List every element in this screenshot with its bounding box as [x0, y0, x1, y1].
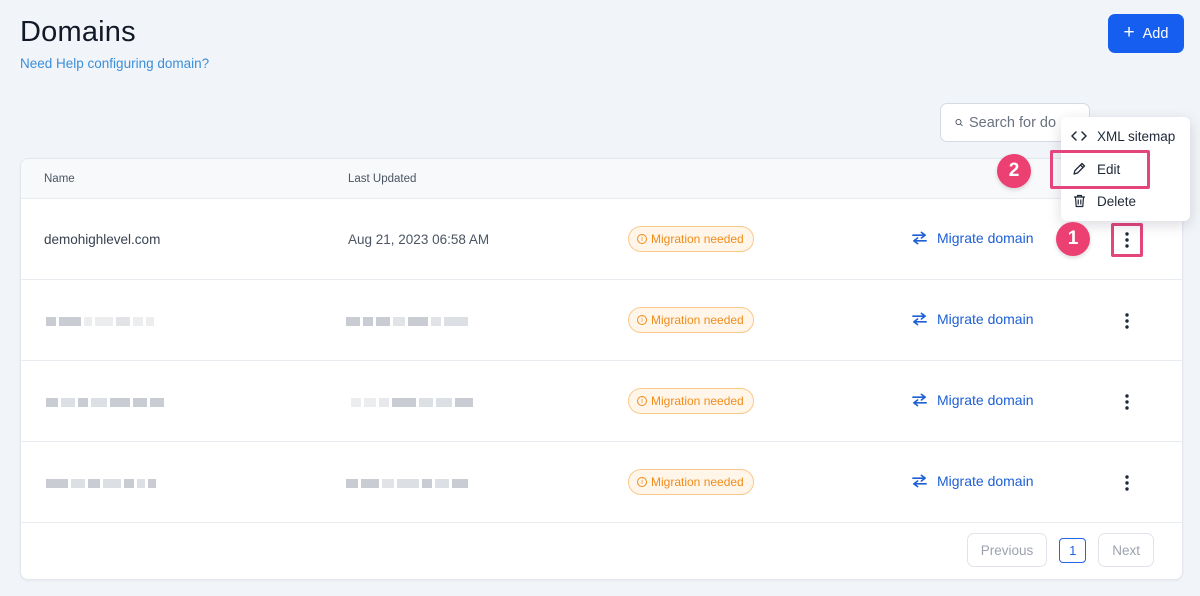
status-badge: i Migration needed: [628, 307, 754, 333]
more-vertical-icon: [1125, 232, 1129, 248]
menu-item-label: Edit: [1097, 161, 1121, 177]
pencil-icon: [1071, 162, 1087, 176]
menu-item-xml-sitemap[interactable]: XML sitemap: [1061, 121, 1190, 151]
migrate-domain-link[interactable]: Migrate domain: [911, 311, 1034, 327]
redacted-last-updated: [346, 314, 468, 328]
redacted-domain-name: [46, 476, 156, 490]
redacted-last-updated: [351, 395, 473, 409]
swap-arrows-icon: [912, 231, 927, 245]
table-row: i Migration needed Migrate domain: [21, 361, 1182, 442]
row-actions-menu: XML sitemap Edit Delete: [1061, 117, 1190, 221]
table-row: i Migration needed Migrate domain: [21, 442, 1182, 523]
swap-arrows-icon: [912, 393, 927, 407]
info-icon: i: [637, 315, 647, 325]
menu-item-edit[interactable]: Edit: [1061, 154, 1190, 184]
info-icon: i: [637, 234, 647, 244]
redacted-last-updated: [346, 476, 468, 490]
menu-item-label: Delete: [1097, 193, 1137, 209]
migrate-domain-link[interactable]: Migrate domain: [911, 392, 1034, 408]
row-actions-button[interactable]: [1111, 304, 1143, 338]
add-button[interactable]: + Add: [1108, 14, 1184, 53]
pagination: Previous 1 Next: [966, 533, 1154, 567]
page-number-current[interactable]: 1: [1059, 537, 1087, 563]
info-icon: i: [637, 396, 647, 406]
migrate-domain-link[interactable]: Migrate domain: [911, 473, 1034, 489]
table-row: demohighlevel.com Aug 21, 2023 06:58 AM …: [21, 199, 1182, 280]
swap-arrows-icon: [912, 474, 927, 488]
step-2-annotation: 2: [997, 154, 1031, 188]
redacted-domain-name: [46, 395, 164, 409]
status-badge-label: Migration needed: [651, 313, 744, 327]
domain-name: demohighlevel.com: [44, 232, 161, 247]
plus-icon: +: [1123, 22, 1135, 43]
row-actions-button[interactable]: [1111, 223, 1143, 257]
domains-table: Name Last Updated demohighlevel.com Aug …: [20, 158, 1183, 580]
info-icon: i: [637, 477, 647, 487]
last-updated: Aug 21, 2023 06:58 AM: [348, 232, 490, 247]
migrate-domain-label: Migrate domain: [937, 392, 1034, 408]
migrate-domain-label: Migrate domain: [937, 473, 1034, 489]
column-header-name: Name: [44, 173, 75, 185]
step-1-annotation: 1: [1056, 222, 1090, 256]
menu-item-delete[interactable]: Delete: [1061, 186, 1190, 216]
add-button-label: Add: [1142, 25, 1169, 42]
swap-arrows-icon: [912, 312, 927, 326]
row-actions-button[interactable]: [1111, 385, 1143, 419]
status-badge-label: Migration needed: [651, 232, 744, 246]
status-badge: i Migration needed: [628, 226, 754, 252]
code-icon: [1071, 130, 1087, 142]
more-vertical-icon: [1125, 475, 1129, 491]
page-title: Domains: [20, 16, 136, 48]
help-link[interactable]: Need Help configuring domain?: [20, 56, 209, 71]
migrate-domain-link[interactable]: Migrate domain: [911, 230, 1034, 246]
table-row: i Migration needed Migrate domain: [21, 280, 1182, 361]
trash-icon: [1071, 194, 1087, 208]
search-icon: [955, 119, 963, 127]
status-badge-label: Migration needed: [651, 394, 744, 408]
status-badge: i Migration needed: [628, 469, 754, 495]
status-badge-label: Migration needed: [651, 475, 744, 489]
previous-button[interactable]: Previous: [966, 533, 1048, 567]
next-button[interactable]: Next: [1098, 533, 1154, 567]
menu-item-label: XML sitemap: [1097, 128, 1176, 144]
row-actions-button[interactable]: [1111, 466, 1143, 500]
migrate-domain-label: Migrate domain: [937, 311, 1034, 327]
status-badge: i Migration needed: [628, 388, 754, 414]
redacted-domain-name: [46, 314, 154, 328]
column-header-last-updated: Last Updated: [348, 173, 417, 185]
more-vertical-icon: [1125, 313, 1129, 329]
more-vertical-icon: [1125, 394, 1129, 410]
migrate-domain-label: Migrate domain: [937, 230, 1034, 246]
